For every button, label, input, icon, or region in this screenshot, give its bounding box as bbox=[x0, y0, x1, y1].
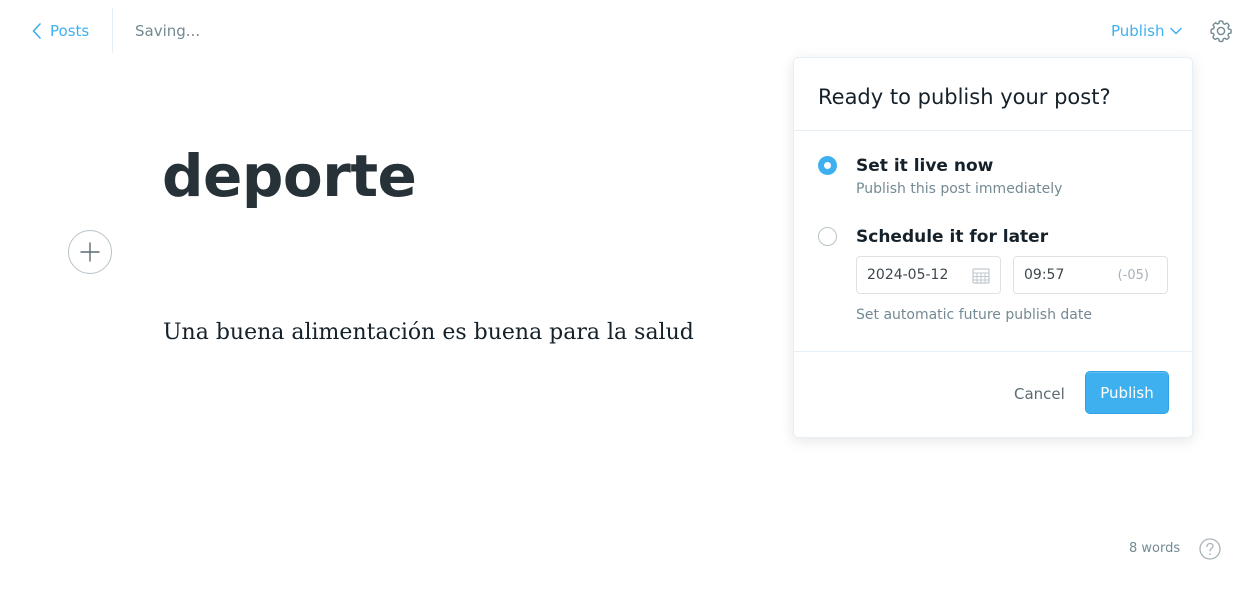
settings-button[interactable] bbox=[1208, 18, 1234, 44]
radio-publish-now[interactable] bbox=[818, 156, 837, 175]
word-count: 8 words bbox=[1129, 541, 1181, 556]
publish-date-input[interactable]: 2024-05-12 bbox=[856, 256, 1001, 294]
option-description: Publish this post immediately bbox=[856, 181, 1063, 197]
back-to-posts-link[interactable]: Posts bbox=[32, 20, 89, 42]
save-status: Saving... bbox=[135, 22, 201, 40]
timezone-label: (-05) bbox=[1117, 268, 1149, 283]
time-value: 09:57 bbox=[1024, 267, 1065, 283]
cancel-button[interactable]: Cancel bbox=[1014, 384, 1065, 404]
publish-menu-trigger[interactable]: Publish bbox=[1111, 20, 1183, 42]
help-button[interactable] bbox=[1199, 538, 1221, 560]
add-card-button[interactable] bbox=[68, 230, 112, 274]
publish-button[interactable]: Publish bbox=[1085, 371, 1169, 414]
publish-popover: Ready to publish your post? Set it live … bbox=[793, 57, 1193, 438]
publish-time-input[interactable]: 09:57 (-05) bbox=[1013, 256, 1168, 294]
radio-schedule[interactable] bbox=[818, 227, 837, 246]
popover-header: Ready to publish your post? bbox=[794, 58, 1192, 131]
popover-title: Ready to publish your post? bbox=[818, 85, 1111, 109]
question-icon bbox=[1199, 538, 1221, 560]
editor-header: Posts Saving... Publish bbox=[0, 0, 1250, 62]
header-divider bbox=[112, 8, 113, 53]
popover-footer-divider bbox=[794, 351, 1192, 352]
date-value: 2024-05-12 bbox=[867, 267, 949, 283]
schedule-description: Set automatic future publish date bbox=[856, 307, 1092, 323]
option-title: Set it live now bbox=[856, 156, 994, 176]
option-title: Schedule it for later bbox=[856, 227, 1049, 247]
back-link-label: Posts bbox=[50, 22, 90, 40]
publish-menu-label: Publish bbox=[1111, 22, 1165, 40]
calendar-icon[interactable] bbox=[972, 267, 990, 284]
post-title[interactable]: deporte bbox=[162, 138, 417, 214]
gear-icon bbox=[1210, 20, 1232, 43]
post-body-paragraph[interactable]: Una buena alimentación es buena para la … bbox=[163, 318, 694, 348]
plus-icon bbox=[80, 242, 100, 262]
chevron-down-icon bbox=[1170, 27, 1183, 35]
chevron-left-icon bbox=[32, 23, 41, 39]
